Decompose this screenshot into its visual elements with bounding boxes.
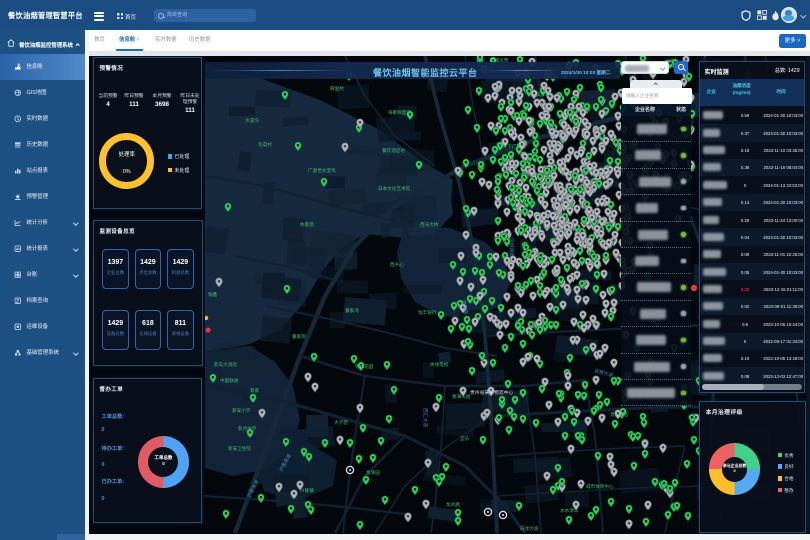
svg-text:董家坝: 董家坝: [292, 333, 306, 340]
svg-text:海聚鲜面店: 海聚鲜面店: [388, 109, 411, 116]
svg-text:环城南路: 环城南路: [508, 238, 515, 257]
svg-text:广源世水宝坞: 广源世水宝坞: [308, 167, 336, 174]
svg-text:兴隆镇: 兴隆镇: [300, 487, 314, 494]
svg-text:西乡心: 西乡心: [390, 261, 404, 268]
svg-text:春满天福: 春满天福: [452, 393, 471, 400]
svg-text:金泽园: 金泽园: [366, 469, 380, 476]
svg-text:恒丰银行: 恒丰银行: [418, 309, 437, 316]
svg-text:白龙大道: 白龙大道: [520, 525, 539, 532]
svg-text:水木清华: 水木清华: [560, 507, 579, 514]
svg-text:城市体育中心: 城市体育中心: [586, 483, 614, 490]
svg-text:龙水路: 龙水路: [446, 501, 460, 508]
svg-text:贵州省某某物流中心: 贵州省某某物流中心: [470, 389, 513, 396]
svg-text:西马大桥: 西马大桥: [420, 221, 439, 228]
svg-text:佳天下广场: 佳天下广场: [498, 143, 521, 150]
svg-text:蔡家: 蔡家: [250, 387, 260, 393]
svg-text:锦绣花园: 锦绣花园: [355, 363, 374, 370]
svg-text:西汇大道: 西汇大道: [422, 408, 429, 427]
svg-text:铜鑫: 铜鑫: [208, 291, 218, 298]
svg-text:依家酒: 依家酒: [300, 221, 314, 228]
svg-text:新安卫生院: 新安卫生院: [228, 445, 251, 452]
svg-text:新安小学: 新安小学: [232, 407, 251, 414]
svg-text:贵兴酒店: 贵兴酒店: [610, 411, 629, 418]
svg-text:日本文化艺术馆: 日本文化艺术馆: [378, 185, 411, 192]
svg-text:毛菜村: 毛菜村: [258, 141, 272, 148]
svg-text:水波沟: 水波沟: [245, 117, 259, 124]
svg-text:董家湾: 董家湾: [345, 307, 359, 314]
svg-text:餐饮酒店坊: 餐饮酒店坊: [382, 147, 405, 154]
svg-text:麻里村: 麻里村: [330, 85, 344, 92]
svg-text:影点中学: 影点中学: [238, 425, 257, 432]
svg-text:大子营: 大子营: [334, 419, 348, 426]
svg-text:中国联通: 中国联通: [220, 377, 239, 384]
svg-text:美食城: 美食城: [536, 91, 550, 98]
svg-text:影岛大酒店: 影岛大酒店: [214, 361, 237, 368]
svg-text:失线电视: 失线电视: [430, 361, 449, 368]
svg-text:宜乐: 宜乐: [460, 435, 470, 441]
